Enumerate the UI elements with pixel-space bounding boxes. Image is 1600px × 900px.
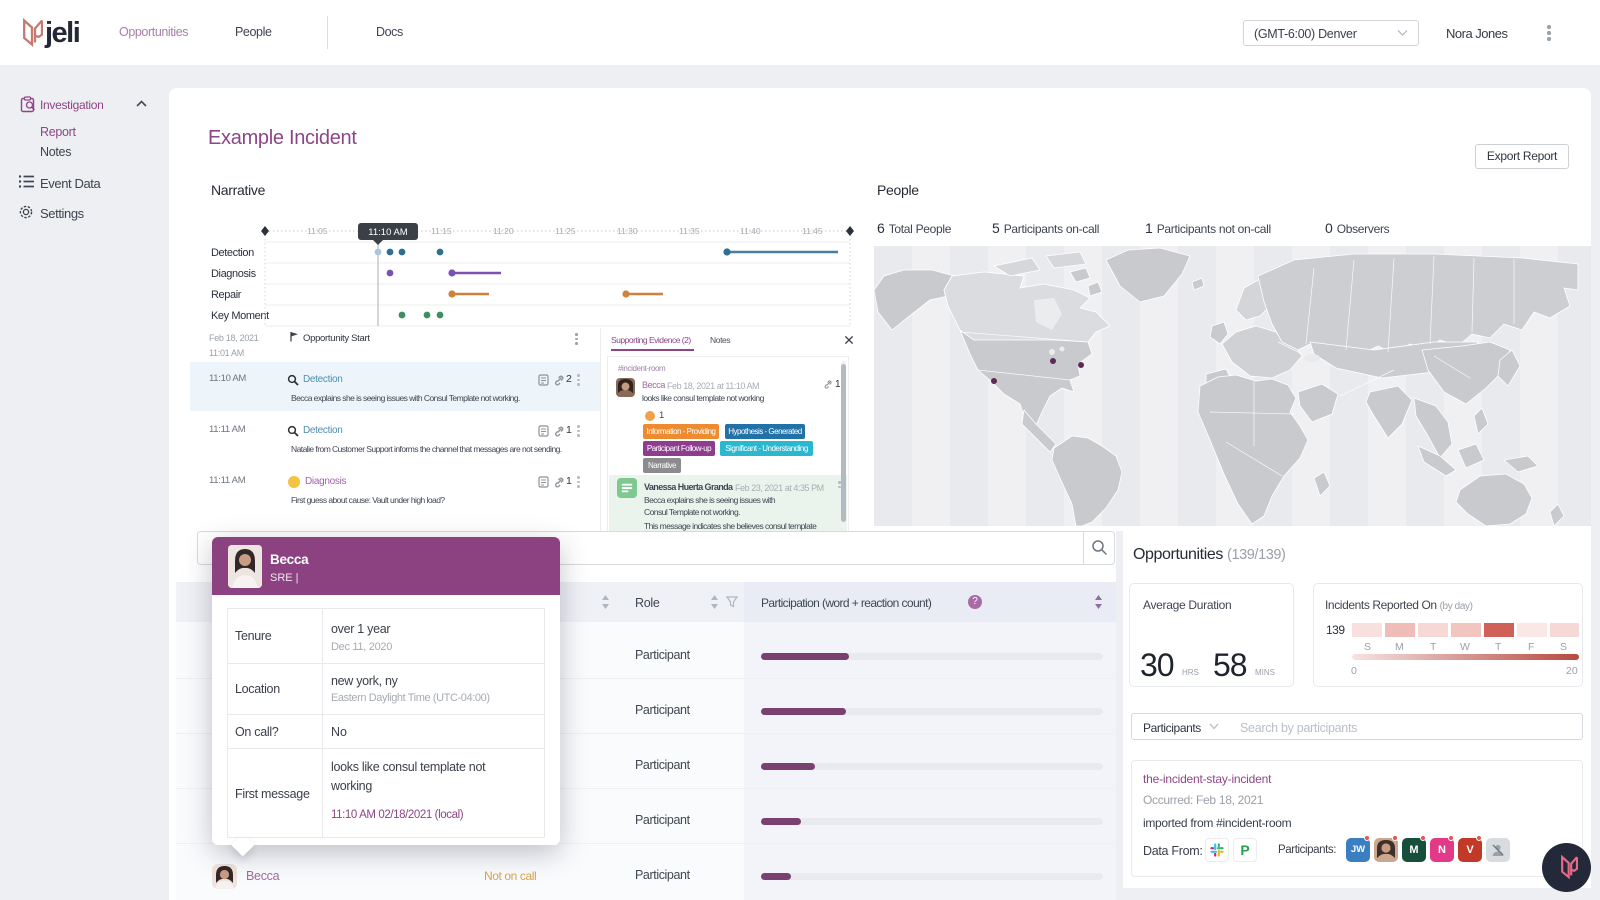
svg-text:11:35: 11:35 (679, 226, 700, 236)
svg-text:11:30: 11:30 (617, 226, 638, 236)
svg-text:11:40: 11:40 (740, 226, 761, 236)
svg-text:11:20: 11:20 (493, 226, 514, 236)
svg-text:11:10 AM: 11:10 AM (368, 227, 408, 238)
svg-text:11:15: 11:15 (431, 226, 452, 236)
svg-text:11:25: 11:25 (555, 226, 576, 236)
svg-text:11:05: 11:05 (307, 226, 328, 236)
svg-text:11:45: 11:45 (802, 226, 823, 236)
